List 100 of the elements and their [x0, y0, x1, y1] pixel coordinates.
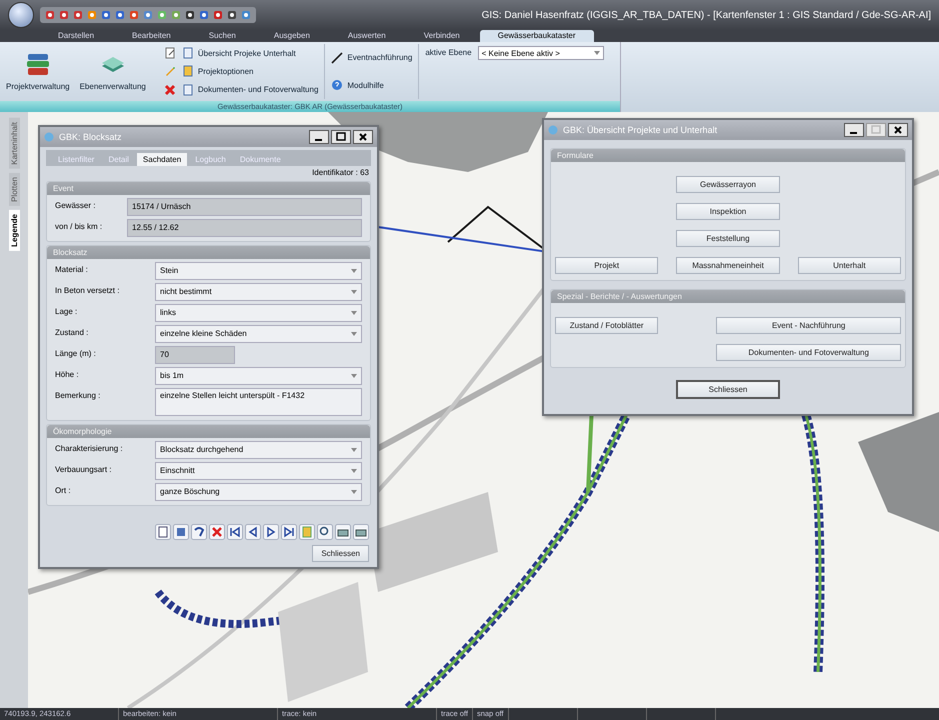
side-tab[interactable]: Karteninhalt [8, 118, 20, 169]
ribbon-command[interactable]: Eventnachführung [331, 52, 412, 64]
app-icon [44, 132, 54, 142]
ribbon-tab[interactable]: Gewässerbaukataster [480, 30, 594, 42]
minimize-icon[interactable] [309, 130, 329, 144]
window-title: GIS: Daniel Hasenfratz (IGGIS_AR_TBA_DATEN) - [Kartenfenster 1 : GIS Standard / Gde-SG-AR-AI] [482, 10, 931, 20]
undo-icon[interactable] [191, 524, 207, 540]
close-button[interactable]: Schliessen [676, 380, 780, 399]
app-icon [548, 125, 558, 135]
toolbar-tool-icon[interactable] [198, 9, 210, 21]
delete-icon[interactable] [164, 84, 176, 96]
page-edit-icon[interactable] [164, 47, 176, 60]
readonly-field: 70 [155, 346, 235, 364]
form-button[interactable]: Inspektion [676, 203, 780, 220]
document-icon [182, 65, 194, 78]
active-layer-label: aktive Ebene [425, 47, 472, 59]
dropdown-field[interactable]: Einschnitt [155, 462, 362, 480]
ribbon-large-button[interactable]: Projektverwaltung [4, 44, 72, 99]
field-label: Material : [55, 264, 89, 276]
side-tab[interactable]: Plotten [8, 172, 20, 206]
field-label: Ort : [55, 485, 72, 497]
close-icon[interactable] [888, 123, 908, 137]
next-icon[interactable] [263, 524, 279, 540]
field-label: Verbauungsart : [55, 464, 112, 476]
dropdown-field[interactable]: ganze Böschung [155, 483, 362, 501]
form-button[interactable]: Gewässerrayon [676, 176, 780, 193]
field-label: In Beton versetzt : [55, 285, 120, 297]
field-label: Lage : [55, 306, 78, 318]
first-icon[interactable] [227, 524, 243, 540]
dropdown-field[interactable]: links [155, 304, 362, 322]
field-label: Höhe : [55, 369, 80, 381]
close-icon[interactable] [353, 130, 373, 144]
dropdown-field[interactable]: Blocksatz durchgehend [155, 441, 362, 459]
ribbon-tab[interactable]: Darstellen [40, 30, 112, 42]
document-icon [182, 84, 194, 96]
field-label: von / bis km : [55, 221, 104, 233]
app-menu-button[interactable] [8, 2, 34, 28]
form-button[interactable]: Projekt [555, 257, 658, 274]
toolbar-tool-icon[interactable] [184, 9, 196, 21]
ribbon-tab[interactable]: Ausgeben [256, 30, 328, 42]
active-layer-dropdown[interactable]: < Keine Ebene aktiv > [478, 46, 604, 60]
new-icon[interactable] [155, 524, 171, 540]
toolbar-tool-icon[interactable] [114, 9, 126, 21]
dropdown-field[interactable]: nicht bestimmt [155, 283, 362, 301]
help-icon [331, 79, 344, 92]
caret-icon [351, 490, 357, 494]
delete-icon[interactable] [209, 524, 225, 540]
readonly-field: 15174 / Urnäsch [127, 198, 362, 216]
caret-icon [351, 374, 357, 378]
field-label: Charakterisierung : [55, 443, 124, 455]
ribbon-command[interactable]: Modulhilfe [331, 79, 412, 92]
dialog-title: GBK: Blocksatz [59, 132, 122, 142]
dropdown-field[interactable]: einzelne kleine Schäden [155, 325, 362, 343]
close-button[interactable]: Schliessen [312, 545, 369, 562]
prev-icon[interactable] [245, 524, 261, 540]
toolbar-tool-icon[interactable] [212, 9, 224, 21]
form-button[interactable]: Dokumenten- und Fotoverwaltung [716, 344, 901, 361]
ribbon-command[interactable]: Dokumenten- und Fotoverwaltung [182, 84, 318, 96]
group-title: Blocksatz [47, 246, 370, 259]
form-button[interactable]: Massnahmeneinheit [676, 257, 780, 274]
text-area[interactable]: einzelne Stellen leicht unterspült - F1432 [155, 388, 362, 416]
caret-icon [351, 269, 357, 273]
ribbon-tab[interactable]: Verbinden [406, 30, 478, 42]
document-icon [182, 47, 194, 60]
caret-icon [594, 51, 600, 55]
form-button[interactable]: Event - Nachführung [716, 317, 901, 334]
ribbon-tab[interactable]: Suchen [190, 30, 254, 42]
dropdown-field[interactable]: Stein [155, 262, 362, 280]
print-icon[interactable] [353, 524, 369, 540]
caret-icon [351, 469, 357, 473]
readonly-field: 12.55 / 12.62 [127, 219, 362, 237]
find-icon[interactable] [317, 524, 333, 540]
form-button[interactable]: Unterhalt [798, 257, 901, 274]
save-icon[interactable] [173, 524, 189, 540]
ribbon-tab[interactable]: Bearbeiten [114, 30, 189, 42]
minimize-icon[interactable] [844, 123, 864, 137]
field-label: Bemerkung : [55, 390, 102, 402]
toolbar-tool-icon[interactable] [100, 9, 112, 21]
ribbon-command[interactable]: Projektoptionen [182, 65, 318, 78]
ribbon-large-button[interactable]: Ebenenverwaltung [78, 44, 148, 99]
group-title: Formulare [551, 149, 905, 162]
caret-icon [351, 311, 357, 315]
print2-icon[interactable] [335, 524, 351, 540]
toolbar-tool-icon[interactable] [226, 9, 238, 21]
dropdown-field[interactable]: bis 1m [155, 367, 362, 385]
form-button[interactable]: Zustand / Fotoblätter [555, 317, 658, 334]
group-title: Ökomorphologie [47, 425, 370, 438]
field-label: Gewässer : [55, 200, 96, 212]
form-button[interactable]: Feststellung [676, 230, 780, 247]
last-icon[interactable] [281, 524, 297, 540]
ribbon-command[interactable]: Übersicht Projeke Unterhalt [182, 47, 318, 60]
field-label: Zustand : [55, 327, 90, 339]
maximize-icon[interactable] [331, 130, 351, 144]
side-tab[interactable]: Legende [8, 210, 20, 251]
maximize-icon [866, 123, 886, 137]
dialog-tab[interactable]: Sachdaten [136, 153, 188, 166]
field-label: Länge (m) : [55, 348, 97, 360]
group-title: Spezial - Berichte / - Auswertungen [551, 290, 905, 303]
group-title: Event [47, 182, 370, 195]
ribbon-tab[interactable]: Auswerten [330, 30, 404, 42]
